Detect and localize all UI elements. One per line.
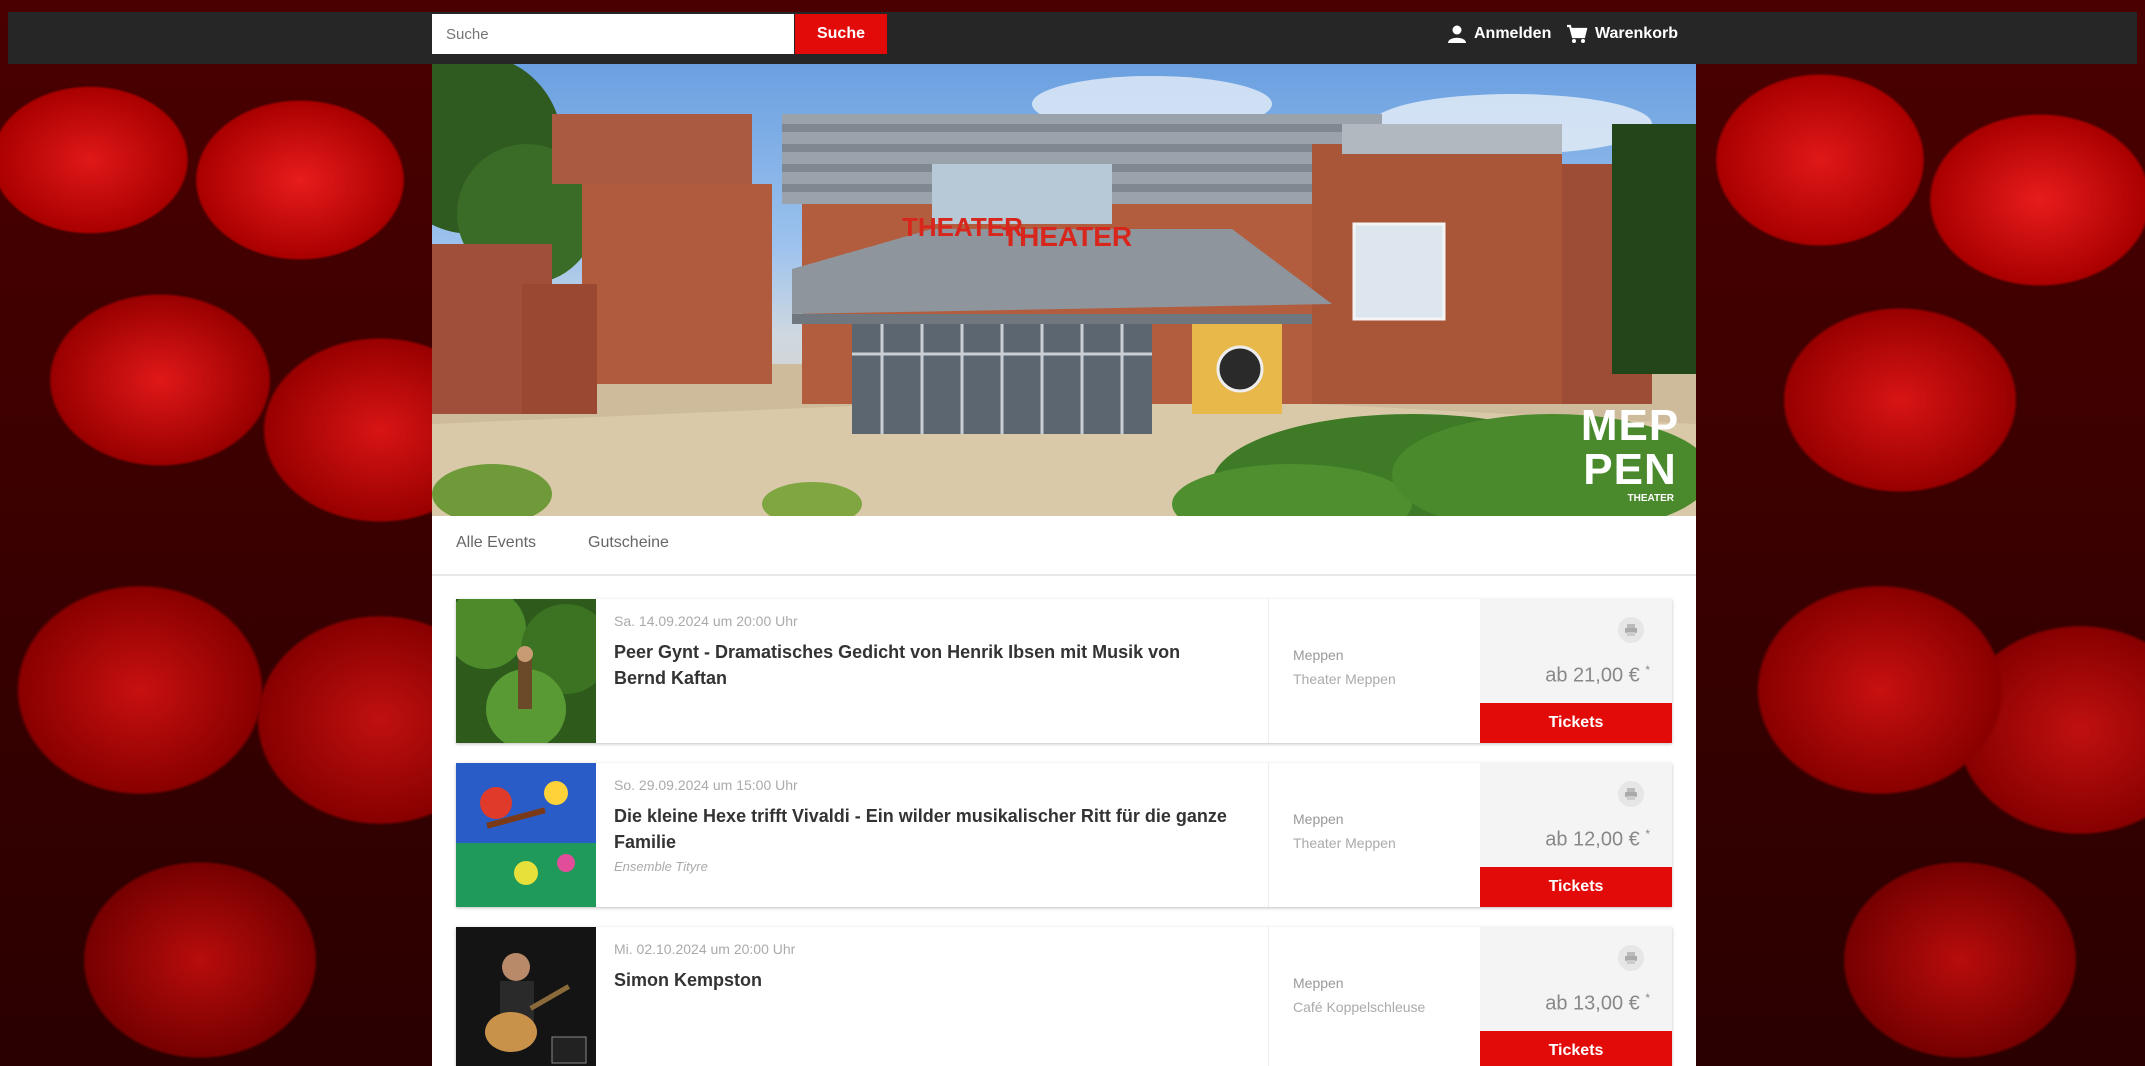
user-icon xyxy=(1448,25,1466,43)
event-image xyxy=(456,927,596,1066)
event-location: Meppen Café Koppelschleuse xyxy=(1268,927,1479,1066)
event-price-panel: ab 13,00 € * Tickets xyxy=(1480,927,1672,1066)
event-title[interactable]: Peer Gynt - Dramatisches Gedicht von Hen… xyxy=(614,639,1234,691)
print-icon[interactable] xyxy=(1618,617,1644,643)
logo-subtitle: THEATER xyxy=(1627,493,1674,504)
cart-icon xyxy=(1567,24,1588,43)
event-location: Meppen Theater Meppen xyxy=(1268,763,1479,907)
login-label: Anmelden xyxy=(1474,25,1552,42)
event-city: Meppen xyxy=(1293,647,1344,663)
tab-vouchers[interactable]: Gutscheine xyxy=(588,534,669,552)
event-venue: Theater Meppen xyxy=(1293,835,1396,851)
tickets-button[interactable]: Tickets xyxy=(1480,703,1672,743)
event-venue: Café Koppelschleuse xyxy=(1293,999,1426,1015)
category-tabs: Alle Events Gutscheine xyxy=(432,516,1696,576)
logo-line-2: PEN xyxy=(1583,445,1677,494)
event-image xyxy=(456,763,596,907)
main-content: THEATER THEATER MEP PEN THEATER Alle Eve… xyxy=(432,64,1696,1066)
tickets-button[interactable]: Tickets xyxy=(1480,1031,1672,1066)
cart-link[interactable]: Warenkorb xyxy=(1566,18,1678,50)
event-price: ab 12,00 € * xyxy=(1545,827,1650,851)
event-subtitle: Ensemble Tityre xyxy=(614,859,708,874)
event-date: So. 29.09.2024 um 15:00 Uhr xyxy=(614,777,798,793)
top-navbar xyxy=(8,12,2137,64)
login-link[interactable]: Anmelden xyxy=(1447,18,1551,50)
event-date: Sa. 14.09.2024 um 20:00 Uhr xyxy=(614,613,798,629)
tab-all-events[interactable]: Alle Events xyxy=(456,534,536,552)
event-price-panel: ab 21,00 € * Tickets xyxy=(1480,599,1672,743)
search-input[interactable] xyxy=(432,14,794,54)
print-icon[interactable] xyxy=(1618,781,1644,807)
event-city: Meppen xyxy=(1293,975,1344,991)
event-title[interactable]: Simon Kempston xyxy=(614,967,1234,993)
cart-label: Warenkorb xyxy=(1595,25,1678,42)
theatre-building-image: THEATER THEATER xyxy=(432,64,1696,516)
event-price: ab 13,00 € * xyxy=(1545,991,1650,1015)
print-icon[interactable] xyxy=(1618,945,1644,971)
meppen-theater-logo: MEP PEN THEATER xyxy=(1570,404,1690,506)
event-image xyxy=(456,599,596,743)
search-button[interactable]: Suche xyxy=(795,14,887,54)
event-card[interactable]: Sa. 14.09.2024 um 20:00 Uhr Peer Gynt - … xyxy=(456,599,1672,743)
event-location: Meppen Theater Meppen xyxy=(1268,599,1479,743)
event-title[interactable]: Die kleine Hexe trifft Vivaldi - Ein wil… xyxy=(614,803,1234,855)
event-venue: Theater Meppen xyxy=(1293,671,1396,687)
event-city: Meppen xyxy=(1293,811,1344,827)
event-price-panel: ab 12,00 € * Tickets xyxy=(1480,763,1672,907)
hero-banner: THEATER THEATER MEP PEN THEATER xyxy=(432,64,1696,516)
tickets-button[interactable]: Tickets xyxy=(1480,867,1672,907)
event-card[interactable]: So. 29.09.2024 um 15:00 Uhr Die kleine H… xyxy=(456,763,1672,907)
event-date: Mi. 02.10.2024 um 20:00 Uhr xyxy=(614,941,796,957)
logo-line-1: MEP xyxy=(1580,401,1680,450)
svg-text:THEATER: THEATER xyxy=(1002,221,1132,252)
event-card[interactable]: Mi. 02.10.2024 um 20:00 Uhr Simon Kempst… xyxy=(456,927,1672,1066)
event-price: ab 21,00 € * xyxy=(1545,663,1650,687)
